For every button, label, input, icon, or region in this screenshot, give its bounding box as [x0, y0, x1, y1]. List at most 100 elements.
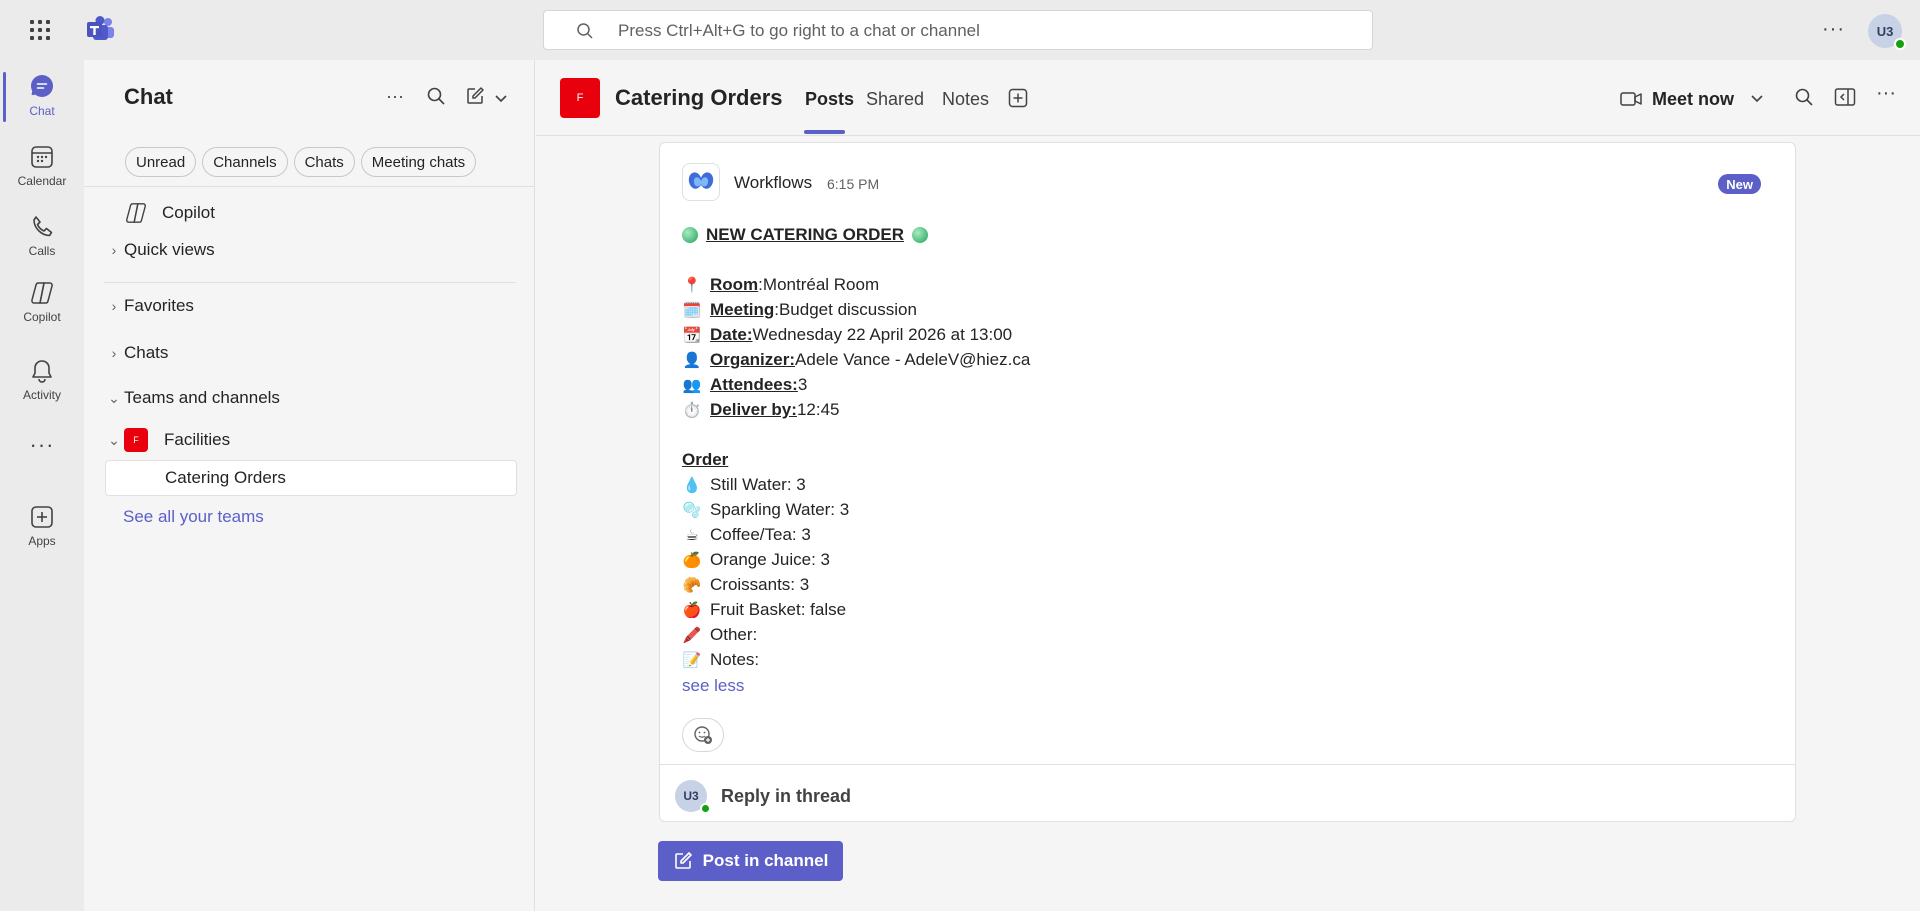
workflows-logo-icon [682, 163, 720, 201]
add-tab-icon[interactable] [1008, 88, 1028, 113]
chats-label: Chats [124, 343, 169, 362]
rail-chat[interactable]: Chat [0, 66, 84, 126]
croissant-icon: 🥐 [682, 577, 702, 594]
field-value: 12:45 [796, 400, 840, 419]
copilot-icon [124, 202, 148, 224]
teams-and-channels-section[interactable]: ⌄ Teams and channels [104, 381, 516, 415]
global-search-box[interactable] [543, 10, 1373, 50]
calendar-icon: 🗓️ [682, 302, 702, 319]
channel-more-button[interactable]: ··· [1876, 82, 1896, 105]
compose-icon [673, 851, 693, 871]
field-value: 3 [797, 375, 808, 394]
channel-header: F Catering Orders Posts Shared Notes Mee… [536, 60, 1920, 136]
pin-icon: 📍 [682, 277, 702, 294]
channel-catering-orders[interactable]: Catering Orders [105, 460, 517, 496]
calendar-icon [29, 144, 55, 170]
team-facilities[interactable]: ⌄ F Facilities [104, 423, 516, 457]
filter-chats[interactable]: Chats [293, 147, 355, 177]
bell-icon [29, 358, 55, 384]
team-avatar: F [124, 428, 148, 452]
order-item-text: Sparkling Water: 3 [710, 500, 850, 519]
see-less-link[interactable]: see less [682, 676, 744, 696]
post-in-channel-button[interactable]: Post in channel [658, 841, 843, 881]
orange-icon: 🍊 [682, 552, 702, 569]
stopwatch-icon: ⏱️ [682, 402, 702, 419]
green-circle-icon [912, 227, 929, 243]
chevron-down-icon: ⌄ [108, 431, 120, 448]
coffee-icon: ☕ [685, 527, 699, 544]
tab-posts[interactable]: Posts [805, 89, 854, 110]
chevron-right-icon: › [111, 298, 117, 314]
rail-calendar-label: Calendar [17, 174, 67, 188]
heading-text: NEW CATERING ORDER [706, 225, 905, 244]
title-bar: ··· U3 [0, 0, 1920, 60]
channel-title: Catering Orders [615, 85, 783, 110]
reply-in-thread-button[interactable]: Reply in thread [721, 786, 851, 807]
filter-meeting-chats[interactable]: Meeting chats [360, 147, 477, 177]
chevron-down-icon[interactable] [494, 91, 508, 109]
message-timestamp: 6:15 PM [827, 176, 880, 192]
pane-search-icon[interactable] [426, 86, 446, 111]
rail-apps[interactable]: Apps [0, 496, 84, 556]
field-date: 📆 Date: Wednesday 22 April 2026 at 13:00 [682, 325, 1012, 345]
field-deliver-by: ⏱️ Deliver by: 12:45 [682, 400, 840, 420]
tab-notes[interactable]: Notes [942, 89, 989, 110]
field-value: Montréal Room [762, 275, 880, 294]
message-card: Workflows 6:15 PM New NEW CATERING ORDER… [659, 142, 1796, 822]
add-reaction-button[interactable] [682, 718, 724, 752]
app-launcher-icon[interactable] [28, 18, 52, 42]
field-label: Meeting [710, 300, 775, 319]
rail-activity-label: Activity [22, 388, 61, 402]
global-search-input[interactable] [618, 19, 1318, 43]
settings-more-button[interactable]: ··· [1822, 18, 1845, 41]
order-item-text: Croissants: 3 [710, 575, 810, 594]
profile-avatar[interactable]: U3 [1868, 14, 1906, 50]
apple-icon: 🍎 [682, 602, 702, 619]
people-icon: 👥 [682, 377, 702, 394]
message-author[interactable]: Workflows [734, 173, 812, 193]
field-value: Adele Vance - AdeleV@hiez.ca [795, 350, 1031, 369]
quick-views-section[interactable]: › Quick views [104, 233, 516, 267]
pane-more-button[interactable]: ··· [386, 86, 404, 107]
filter-unread[interactable]: Unread [125, 147, 197, 177]
rail-more-apps[interactable]: ··· [0, 432, 84, 468]
avatar-initials: U3 [683, 789, 699, 803]
order-item-text: Coffee/Tea: 3 [710, 525, 811, 544]
chevron-down-icon [1750, 94, 1764, 104]
favorites-label: Favorites [124, 296, 194, 315]
presence-available-icon [1894, 38, 1906, 50]
chevron-right-icon: › [111, 345, 117, 361]
field-label: Room [710, 275, 759, 294]
tab-shared[interactable]: Shared [866, 89, 924, 110]
field-room: 📍 Room: Montréal Room [682, 275, 879, 295]
rail-chat-label: Chat [29, 104, 55, 118]
chevron-down-icon: ⌄ [108, 389, 120, 406]
channel-search-icon[interactable] [1794, 87, 1814, 112]
order-heading: NEW CATERING ORDER [682, 225, 929, 245]
rail-calls[interactable]: Calls [0, 206, 84, 266]
field-label: Date: [710, 325, 753, 344]
meet-now-button[interactable]: Meet now [1620, 84, 1764, 114]
see-all-teams-link[interactable]: See all your teams [123, 507, 264, 527]
channel-info-panel-icon[interactable] [1834, 87, 1856, 112]
order-item-text: Notes: [710, 650, 760, 669]
new-chat-compose-icon[interactable] [465, 86, 485, 111]
copilot-item[interactable]: Copilot [104, 196, 516, 230]
channel-name: Catering Orders [165, 468, 286, 487]
rail-activity[interactable]: Activity [0, 350, 84, 410]
favorites-section[interactable]: › Favorites [104, 289, 516, 323]
order-item: ☕ Coffee/Tea: 3 [682, 525, 811, 545]
rail-copilot[interactable]: Copilot [0, 272, 84, 332]
field-attendees: 👥 Attendees: 3 [682, 375, 808, 395]
rail-calendar[interactable]: Calendar [0, 136, 84, 196]
calendar-icon: 📆 [682, 327, 702, 344]
team-name: Facilities [164, 430, 231, 449]
new-badge: New [1718, 174, 1761, 194]
water-drop-icon: 💧 [682, 477, 702, 494]
chats-section[interactable]: › Chats [104, 336, 516, 370]
meet-now-label: Meet now [1652, 88, 1735, 109]
filter-channels[interactable]: Channels [202, 147, 288, 177]
order-section-heading: Order [682, 450, 728, 470]
green-circle-icon [682, 227, 698, 243]
post-in-channel-label: Post in channel [702, 851, 829, 870]
